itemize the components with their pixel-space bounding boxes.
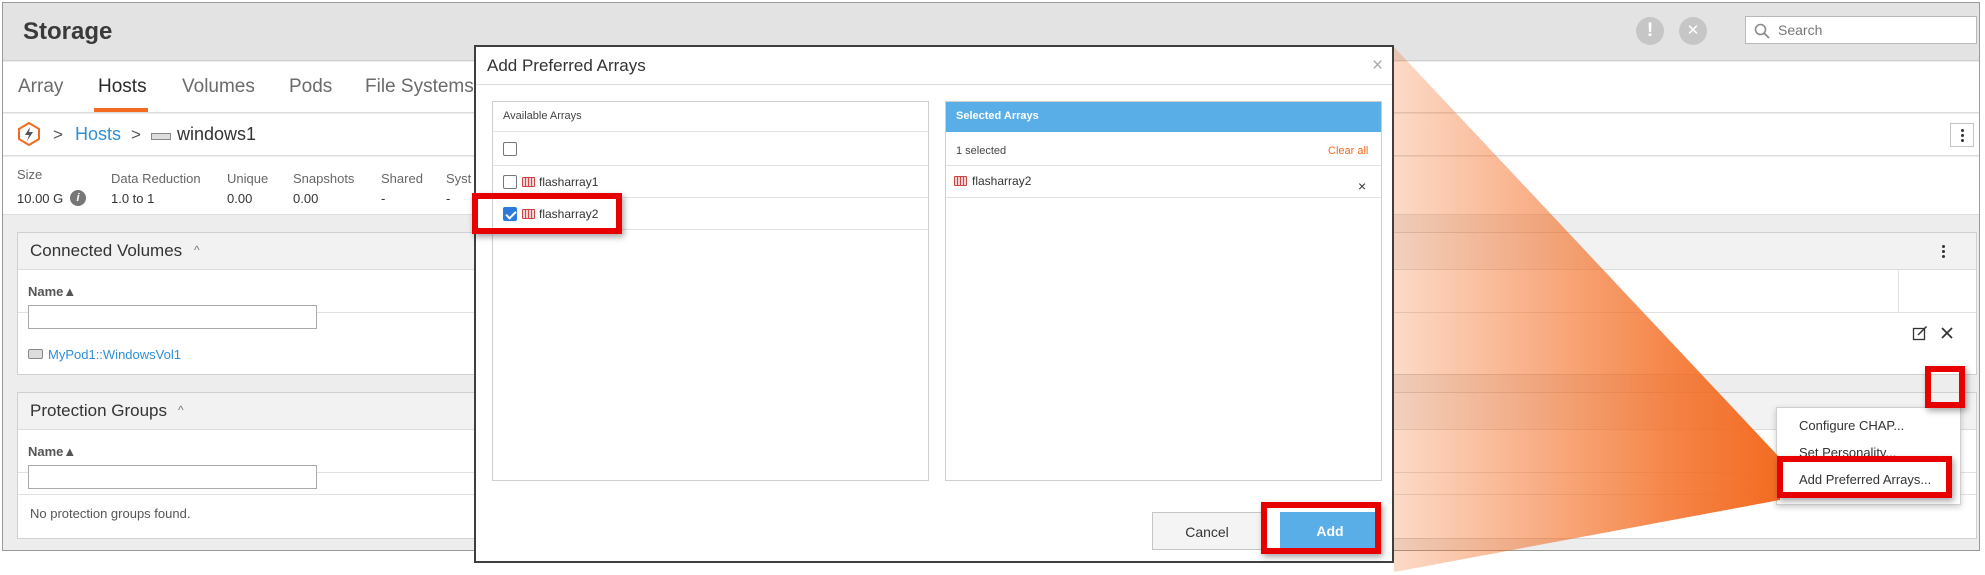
selected-flasharray2-label: flasharray2 <box>972 174 1032 188</box>
selected-row-flasharray2: flasharray2 <box>946 166 1381 198</box>
array-row-flasharray2[interactable]: flasharray2 <box>493 198 928 230</box>
available-arrays-header: Available Arrays <box>493 102 928 132</box>
selected-count: 1 selected <box>956 145 1007 157</box>
selected-summary-row <box>946 132 1381 166</box>
dialog-title: Add Preferred Arrays <box>487 56 646 75</box>
selected-arrays-panel: Selected Arrays 1 selected Clear all fla… <box>945 101 1382 481</box>
selected-arrays-header: Selected Arrays <box>946 102 1381 132</box>
available-arrays-title: Available Arrays <box>503 110 582 122</box>
selected-arrays-title: Selected Arrays <box>956 110 1039 122</box>
dialog-close-icon[interactable]: × <box>1372 55 1383 77</box>
flasharray1-label: flasharray1 <box>539 175 599 189</box>
cancel-button[interactable]: Cancel <box>1152 512 1262 550</box>
add-button[interactable]: Add <box>1280 512 1380 550</box>
select-all-row <box>493 132 928 166</box>
dialog-header: Add Preferred Arrays × <box>476 47 1392 85</box>
flasharray-icon <box>522 177 535 187</box>
available-arrays-panel: Available Arrays flasharray1 flasharray2 <box>492 101 929 481</box>
flasharray1-checkbox[interactable] <box>503 175 517 189</box>
flasharray-icon <box>522 209 535 219</box>
array-row-flasharray1[interactable]: flasharray1 <box>493 166 928 198</box>
remove-selected-icon[interactable]: × <box>1358 178 1366 194</box>
flasharray2-label: flasharray2 <box>539 207 599 221</box>
flasharray-icon <box>954 176 967 186</box>
add-preferred-arrays-dialog: Add Preferred Arrays × Available Arrays … <box>474 45 1394 563</box>
select-all-checkbox[interactable] <box>503 142 517 156</box>
clear-all-link[interactable]: Clear all <box>1328 145 1368 157</box>
flasharray2-checkbox[interactable] <box>503 207 517 221</box>
